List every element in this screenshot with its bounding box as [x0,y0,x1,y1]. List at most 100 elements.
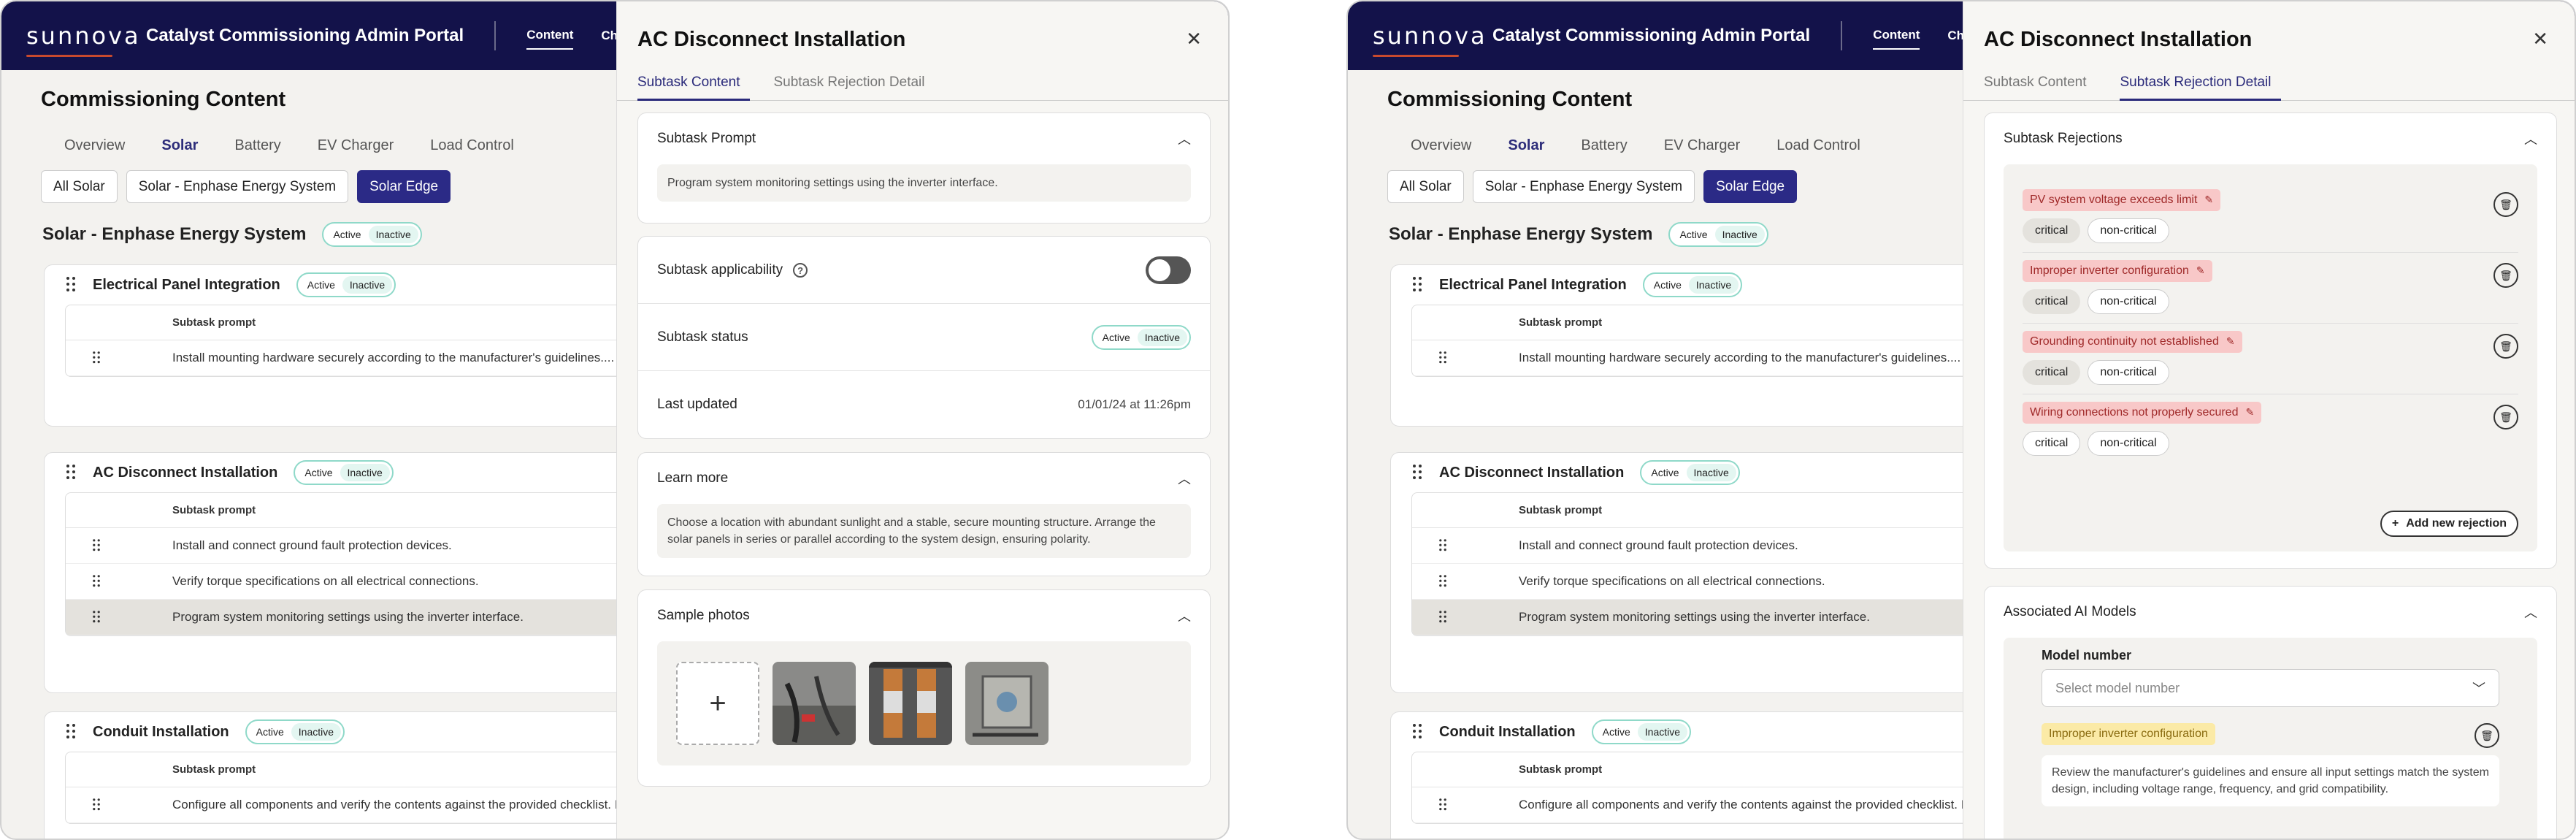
chip-critical[interactable]: critical [2023,431,2081,456]
tab-solar[interactable]: Solar [1508,137,1544,154]
pill-enphase[interactable]: Solar - Enphase Energy System [126,170,349,203]
status-toggle[interactable]: Active Inactive [322,222,422,247]
model-number-select[interactable]: Select model number ﹀ [2042,669,2499,707]
tab-load-control[interactable]: Load Control [1776,137,1860,154]
edit-icon[interactable]: ✎ [2245,406,2254,418]
chip-critical[interactable]: critical [2023,218,2081,243]
pill-all-solar[interactable]: All Solar [41,170,118,203]
tab-battery[interactable]: Battery [234,137,280,154]
delete-icon[interactable]: 🗑 [2493,263,2518,288]
tab-ev-charger[interactable]: EV Charger [1664,137,1741,154]
toggle-active[interactable]: Active [326,226,369,243]
drag-handle-icon[interactable] [65,724,77,740]
edit-icon[interactable]: ✎ [2196,264,2205,276]
drag-handle-icon[interactable] [65,465,77,481]
sample-photo[interactable] [773,662,856,745]
drag-handle-icon[interactable] [92,575,101,588]
status-toggle[interactable]: Active Inactive [1640,460,1740,485]
toggle-inactive[interactable]: Inactive [1714,226,1765,243]
pill-all-solar[interactable]: All Solar [1387,170,1464,203]
drag-handle-icon[interactable] [1438,575,1448,588]
drag-handle-icon[interactable] [92,798,101,812]
delete-icon[interactable]: 🗑 [2475,723,2499,748]
tab-solar[interactable]: Solar [161,137,198,154]
drag-handle-icon[interactable] [1438,351,1448,364]
toggle-active[interactable]: Active [1646,276,1689,294]
chip-critical[interactable]: critical [2023,360,2081,385]
tab-overview[interactable]: Overview [1411,137,1471,154]
toggle-inactive[interactable]: Inactive [368,226,418,243]
drag-handle-icon[interactable] [92,611,101,624]
toggle-inactive[interactable]: Inactive [1688,276,1739,294]
status-toggle[interactable]: Active Inactive [245,719,345,744]
drag-handle-icon[interactable] [65,277,77,293]
drag-handle-icon[interactable] [92,351,101,364]
applicability-switch[interactable] [1146,256,1191,284]
status-toggle[interactable]: Active Inactive [1091,324,1191,350]
toggle-active[interactable]: Active [1595,723,1638,741]
help-icon[interactable]: ? [793,262,808,278]
drag-handle-icon[interactable] [1438,611,1448,624]
toggle-active[interactable]: Active [1672,226,1715,243]
chevron-up-icon[interactable]: ︿ [1178,606,1191,625]
status-toggle[interactable]: Active Inactive [294,460,394,485]
tab-subtask-rejection[interactable]: Subtask Rejection Detail [773,69,935,101]
tab-subtask-content[interactable]: Subtask Content [637,69,751,101]
delete-icon[interactable]: 🗑 [2493,192,2518,217]
pill-enphase[interactable]: Solar - Enphase Energy System [1472,170,1695,203]
close-icon[interactable]: ✕ [2532,28,2548,50]
chip-non-critical[interactable]: non-critical [2088,218,2169,243]
status-toggle[interactable]: Active Inactive [1668,222,1768,247]
tab-ev-charger[interactable]: EV Charger [318,137,394,154]
toggle-inactive[interactable]: Inactive [1137,328,1187,346]
drag-handle-icon[interactable] [92,539,101,552]
drag-handle-icon[interactable] [1411,465,1423,481]
tab-overview[interactable]: Overview [64,137,125,154]
chip-critical[interactable]: critical [2023,289,2081,314]
rejection-tag[interactable]: Grounding continuity not established ✎ [2023,331,2242,353]
toggle-inactive[interactable]: Inactive [1686,464,1736,481]
status-toggle[interactable]: Active Inactive [1642,272,1743,297]
nav-content[interactable]: Content [526,28,574,50]
sunnova-logo[interactable]: sunnova [1373,24,1485,57]
drag-handle-icon[interactable] [1438,539,1448,552]
nav-content[interactable]: Content [1873,28,1920,50]
pill-solar-edge[interactable]: Solar Edge [1703,170,1798,203]
status-toggle[interactable]: Active Inactive [1591,719,1692,744]
toggle-active[interactable]: Active [1644,464,1687,481]
toggle-active[interactable]: Active [1095,328,1138,346]
tab-battery[interactable]: Battery [1581,137,1627,154]
rejection-tag[interactable]: Wiring connections not properly secured ✎ [2023,402,2262,424]
close-icon[interactable]: ✕ [1186,28,1202,50]
chip-non-critical[interactable]: non-critical [2088,289,2169,314]
toggle-inactive[interactable]: Inactive [1637,723,1688,741]
chevron-up-icon[interactable]: ︿ [1178,469,1191,488]
sample-photo[interactable] [965,662,1049,745]
add-photo-button[interactable]: + [676,662,759,745]
tab-load-control[interactable]: Load Control [430,137,514,154]
chevron-up-icon[interactable]: ︿ [2524,603,2537,622]
chip-non-critical[interactable]: non-critical [2088,431,2169,456]
toggle-active[interactable]: Active [299,276,342,294]
edit-icon[interactable]: ✎ [2226,335,2235,347]
toggle-active[interactable]: Active [248,723,291,741]
chevron-up-icon[interactable]: ︿ [1178,129,1191,148]
status-toggle[interactable]: Active Inactive [296,272,396,297]
delete-icon[interactable]: 🗑 [2493,334,2518,359]
sunnova-logo[interactable]: sunnova [26,24,139,57]
rejection-tag[interactable]: Improper inverter configuration ✎ [2023,260,2212,282]
toggle-inactive[interactable]: Inactive [340,464,390,481]
add-new-rejection-button[interactable]: + Add new rejection [2380,511,2518,537]
chip-non-critical[interactable]: non-critical [2088,360,2169,385]
toggle-active[interactable]: Active [297,464,340,481]
drag-handle-icon[interactable] [1411,277,1423,293]
edit-icon[interactable]: ✎ [2204,194,2213,205]
pill-solar-edge[interactable]: Solar Edge [357,170,451,203]
tab-subtask-content[interactable]: Subtask Content [1984,69,2096,101]
drag-handle-icon[interactable] [1438,798,1448,812]
rejection-tag[interactable]: PV system voltage exceeds limit ✎ [2023,189,2221,211]
drag-handle-icon[interactable] [1411,724,1423,740]
toggle-inactive[interactable]: Inactive [342,276,393,294]
tab-subtask-rejection[interactable]: Subtask Rejection Detail [2120,69,2282,101]
toggle-inactive[interactable]: Inactive [291,723,342,741]
